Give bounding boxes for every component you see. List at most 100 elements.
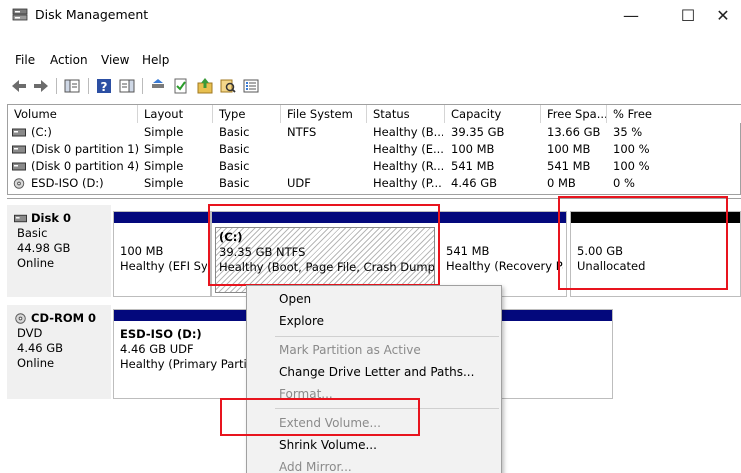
drive-icon xyxy=(12,145,26,154)
table-row[interactable]: (C:) Simple Basic NTFS Healthy (B... 39.… xyxy=(8,124,741,141)
cdrom-0-state: Online xyxy=(17,356,55,370)
col-type[interactable]: Type xyxy=(213,105,281,123)
menu-help[interactable]: Help xyxy=(142,53,169,67)
cell-type: Basic xyxy=(219,142,250,156)
cd-icon xyxy=(13,178,25,189)
menu-view[interactable]: View xyxy=(101,53,129,67)
cell-capacity: 541 MB xyxy=(451,159,495,173)
disk-management-window: Disk Management — ☐ ✕ File Action View H… xyxy=(0,0,741,473)
table-row[interactable]: ESD-ISO (D:) Simple Basic UDF Healthy (P… xyxy=(8,175,741,192)
cell-file-system: NTFS xyxy=(287,125,317,139)
toolbar: ? xyxy=(0,74,741,100)
cell-status: Healthy (R... xyxy=(373,159,443,173)
check-icon[interactable] xyxy=(172,77,190,95)
cell-layout: Simple xyxy=(144,176,184,190)
menu-add-mirror: Add Mirror... xyxy=(279,460,352,473)
cell-status: Healthy (E... xyxy=(373,142,443,156)
menu-format: Format... xyxy=(279,387,333,401)
partition-efi[interactable]: 100 MB Healthy (EFI System Partition) xyxy=(113,211,211,297)
partition-size: 100 MB xyxy=(120,244,164,258)
disk-0-type: Basic xyxy=(17,226,48,240)
search-icon[interactable] xyxy=(219,77,237,95)
unallocated-space[interactable]: 5.00 GB Unallocated xyxy=(570,211,741,297)
cell-capacity: 39.35 GB xyxy=(451,125,505,139)
back-arrow-icon[interactable] xyxy=(10,77,28,95)
cell-status: Healthy (P... xyxy=(373,176,442,190)
maximize-button[interactable]: ☐ xyxy=(666,0,710,30)
disk-0-state: Online xyxy=(17,256,55,270)
partition-status: Healthy (Boot, Page File, Crash Dump, Ba… xyxy=(219,260,435,274)
cdrom-0-type: DVD xyxy=(17,326,43,340)
menu-open[interactable]: Open xyxy=(279,292,311,306)
cdrom-0-size: 4.46 GB xyxy=(17,341,64,355)
context-menu: Open Explore Mark Partition as Active Ch… xyxy=(246,285,502,473)
cell-percent-free: 100 % xyxy=(613,159,650,173)
list-icon[interactable] xyxy=(242,77,260,95)
cell-file-system: UDF xyxy=(287,176,311,190)
col-status[interactable]: Status xyxy=(367,105,445,123)
cell-free-space: 100 MB xyxy=(547,142,591,156)
svg-text:?: ? xyxy=(101,80,108,94)
partition-status: Healthy (EFI System Partition) xyxy=(120,259,207,273)
menu-explore[interactable]: Explore xyxy=(279,314,324,328)
menu-mark-active: Mark Partition as Active xyxy=(279,343,421,357)
drive-icon xyxy=(12,128,26,137)
action-pane-icon[interactable] xyxy=(118,77,136,95)
drive-icon xyxy=(14,214,27,223)
window-title: Disk Management xyxy=(35,7,149,22)
cell-free-space: 0 MB xyxy=(547,176,576,190)
cell-type: Basic xyxy=(219,176,250,190)
cell-status: Healthy (B... xyxy=(373,125,443,139)
cell-volume: (Disk 0 partition 4) xyxy=(31,159,140,173)
cell-layout: Simple xyxy=(144,142,184,156)
table-row[interactable]: (Disk 0 partition 4) Simple Basic Health… xyxy=(8,158,741,175)
col-file-system[interactable]: File System xyxy=(281,105,367,123)
menu-change-drive-letter[interactable]: Change Drive Letter and Paths... xyxy=(279,365,474,379)
menu-bar: File Action View Help xyxy=(0,50,741,72)
unallocated-label: Unallocated xyxy=(577,259,646,273)
menu-file[interactable]: File xyxy=(15,53,35,67)
cell-free-space: 541 MB xyxy=(547,159,591,173)
menu-action[interactable]: Action xyxy=(50,53,88,67)
cell-layout: Simple xyxy=(144,159,184,173)
cell-type: Basic xyxy=(219,159,250,173)
col-layout[interactable]: Layout xyxy=(138,105,213,123)
cdrom-0-label[interactable]: CD-ROM 0 DVD 4.46 GB Online xyxy=(7,305,111,399)
connect-icon[interactable] xyxy=(149,77,167,95)
up-icon[interactable] xyxy=(196,77,214,95)
cell-volume: (Disk 0 partition 1) xyxy=(31,142,140,156)
title-bar[interactable]: Disk Management — ☐ ✕ xyxy=(0,0,741,30)
col-free-space[interactable]: Free Spa... xyxy=(541,105,607,123)
cell-volume: ESD-ISO (D:) xyxy=(31,176,104,190)
cell-layout: Simple xyxy=(144,125,184,139)
disk-0-label[interactable]: Disk 0 Basic 44.98 GB Online xyxy=(7,205,111,297)
cdrom-0-name: CD-ROM 0 xyxy=(31,311,97,325)
cell-type: Basic xyxy=(219,125,250,139)
close-button[interactable]: ✕ xyxy=(705,0,741,30)
disk-0-size: 44.98 GB xyxy=(17,241,71,255)
col-percent-free[interactable]: % Free xyxy=(607,105,741,123)
forward-arrow-icon[interactable] xyxy=(32,77,50,95)
menu-extend-volume: Extend Volume... xyxy=(279,416,381,430)
menu-shrink-volume[interactable]: Shrink Volume... xyxy=(279,438,377,452)
unallocated-size: 5.00 GB xyxy=(577,244,624,258)
partition-status: Healthy (Recovery Partition) xyxy=(446,259,563,273)
console-tree-icon[interactable] xyxy=(63,77,81,95)
help-icon[interactable]: ? xyxy=(95,77,113,95)
partition-size: 39.35 GB NTFS xyxy=(219,245,306,259)
cd-icon xyxy=(15,313,26,324)
volume-list: Volume Layout Type File System Status Ca… xyxy=(7,104,741,195)
cell-percent-free: 35 % xyxy=(613,125,643,139)
partition-label: (C:) xyxy=(219,230,243,244)
partition-size: 541 MB xyxy=(446,244,490,258)
col-capacity[interactable]: Capacity xyxy=(445,105,541,123)
minimize-button[interactable]: — xyxy=(609,0,653,30)
cell-percent-free: 0 % xyxy=(613,176,635,190)
table-row[interactable]: (Disk 0 partition 1) Simple Basic Health… xyxy=(8,141,741,158)
cell-percent-free: 100 % xyxy=(613,142,650,156)
cell-volume: (C:) xyxy=(31,125,52,139)
cell-free-space: 13.66 GB xyxy=(547,125,601,139)
cell-capacity: 100 MB xyxy=(451,142,495,156)
col-volume[interactable]: Volume xyxy=(8,105,138,123)
drive-icon xyxy=(12,162,26,171)
